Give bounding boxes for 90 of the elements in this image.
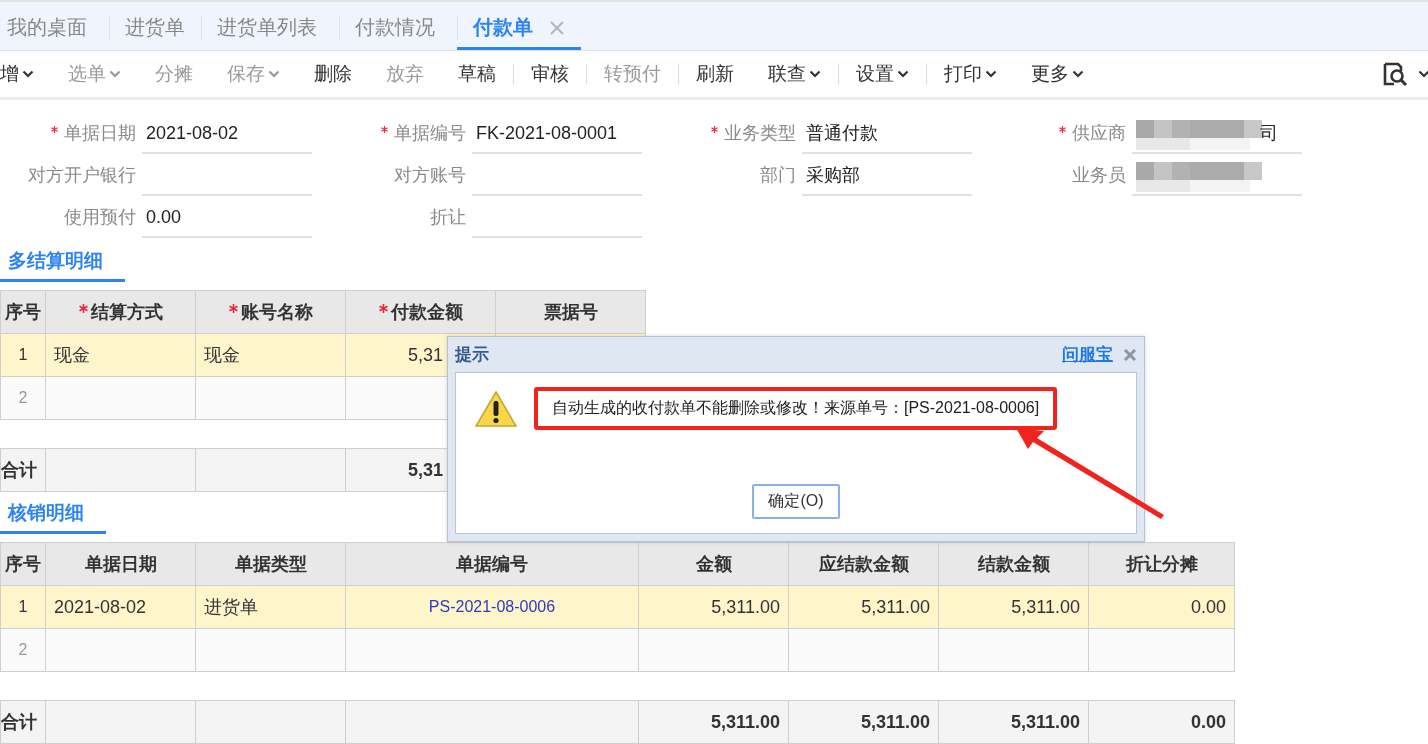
toolbar-button[interactable]: 审核 [514, 54, 586, 94]
chevron-icon [268, 70, 280, 78]
table-cell: 5,311.00 [861, 596, 930, 617]
table-cell: 现金 [204, 345, 240, 365]
table-cell: 2021-08-02 [54, 596, 147, 617]
required-icon [51, 126, 58, 133]
chevron-icon [109, 70, 121, 78]
column-header: 单据类型 [195, 542, 346, 586]
field-value: 普通付款 [805, 122, 878, 145]
toolbar-button[interactable]: 刷新 [679, 54, 751, 94]
required-icon [378, 304, 388, 313]
column-header: 金额 [638, 542, 789, 586]
close-icon[interactable] [1123, 347, 1137, 362]
toolbar-button[interactable]: 增 [0, 54, 51, 94]
column-header: 折让分摊 [1088, 542, 1235, 586]
field-label: 业务类型 [724, 123, 796, 143]
field-label: 部门 [760, 165, 796, 185]
column-header: 应结款金额 [788, 542, 939, 586]
column-header: 票据号 [495, 290, 646, 334]
chevron-icon [1072, 70, 1084, 78]
column-header: 结款金额 [938, 542, 1089, 586]
total-cell: 5,31 [407, 459, 443, 480]
column-header: 付款金额 [345, 290, 496, 334]
toolbar-button[interactable]: 更多 [1014, 54, 1101, 94]
chevron-icon [809, 70, 821, 78]
chevron-icon [22, 70, 34, 78]
field-value: 司 [1259, 122, 1278, 145]
total-cell: 5,311.00 [1010, 711, 1080, 732]
column-header: 结算方式 [45, 290, 196, 334]
required-icon [381, 126, 388, 133]
table-cell: 现金 [54, 345, 90, 365]
toolbar-button[interactable]: 联查 [751, 54, 838, 94]
input-field[interactable]: 0.00 [142, 198, 312, 238]
required-icon [711, 126, 718, 133]
field-label: 对方开户银行 [28, 165, 136, 185]
table-cell: 1 [18, 598, 28, 615]
required-icon [78, 304, 88, 313]
input-field[interactable]: 普通付款 [802, 114, 972, 154]
field-label: 使用预付 [64, 207, 136, 227]
toolbar-button[interactable]: 草稿 [441, 54, 513, 94]
total-cell: 5,311.00 [860, 711, 930, 732]
field-label: 单据日期 [64, 123, 136, 143]
total-cell: 5,311.00 [710, 711, 780, 732]
column-header: 单据日期 [45, 542, 196, 586]
field-label: 折让 [430, 207, 466, 227]
total-label: 合计 [1, 712, 37, 732]
table-cell: 5,311.00 [1011, 596, 1080, 617]
warning-icon [474, 389, 518, 428]
chevron-icon [985, 70, 997, 78]
table-cell: 1 [18, 346, 28, 363]
message-text: 自动生成的收付款单不能删除或修改！来源单号：[PS-2021-08-0006] [552, 399, 1040, 416]
toolbar-button[interactable]: 设置 [839, 54, 926, 94]
required-icon [228, 304, 238, 313]
required-icon [1059, 126, 1066, 133]
table-cell: 0.00 [1190, 596, 1226, 617]
column-header: 单据编号 [345, 542, 639, 586]
section-title: 多结算明细 [0, 248, 125, 282]
table-cell: 2 [18, 389, 28, 406]
toolbar-button[interactable]: 打印 [927, 54, 1014, 94]
field-value: 0.00 [145, 206, 182, 228]
column-header: 序号 [0, 542, 46, 586]
table-cell: 5,311.00 [711, 596, 780, 617]
section-title: 核销明细 [0, 500, 106, 534]
search-icon[interactable] [1382, 61, 1408, 87]
toolbar-button[interactable]: 删除 [297, 54, 369, 94]
input-field[interactable]: 2021-08-02 [142, 114, 312, 154]
chevron-icon [897, 70, 909, 78]
input-field[interactable]: 采购部 [802, 156, 972, 196]
dialog-title: 提示 [455, 344, 489, 366]
chevron-icon[interactable] [1418, 70, 1428, 78]
document-link[interactable]: PS-2021-08-0006 [428, 598, 556, 615]
table-cell: 5,31 [407, 344, 443, 365]
table-cell: 2 [18, 641, 28, 658]
close-icon[interactable] [549, 19, 565, 36]
total-label: 合计 [1, 460, 37, 480]
column-header: 账号名称 [195, 290, 346, 334]
field-value: 采购部 [805, 164, 860, 187]
ok-button[interactable]: 确定(O) [752, 484, 840, 519]
input-field[interactable]: FK-2021-08-0001 [472, 114, 642, 154]
column-header: 序号 [0, 290, 46, 334]
help-link[interactable]: 问服宝 [1062, 343, 1113, 366]
field-label: 对方账号 [394, 165, 466, 185]
total-cell: 0.00 [1190, 711, 1226, 732]
field-value: 2021-08-02 [145, 122, 239, 144]
input-field[interactable]: 司 [1132, 114, 1302, 154]
field-value: FK-2021-08-0001 [475, 122, 618, 144]
table-cell: 进货单 [204, 597, 258, 617]
field-label: 业务员 [1072, 165, 1126, 185]
field-label: 供应商 [1072, 123, 1126, 143]
field-label: 单据编号 [394, 123, 466, 143]
